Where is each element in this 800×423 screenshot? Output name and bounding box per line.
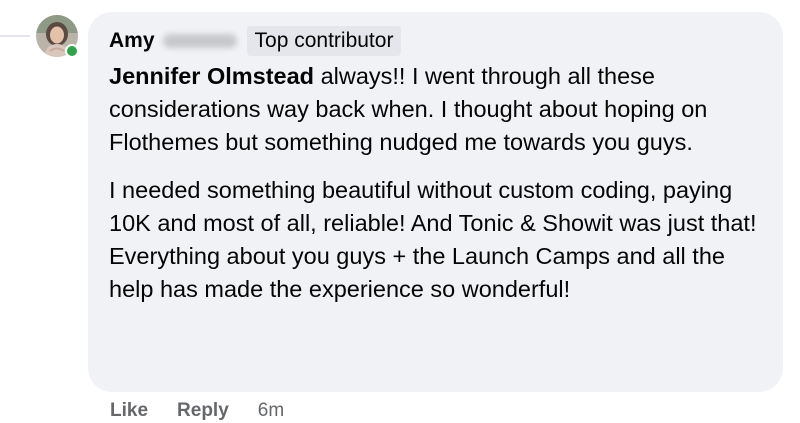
comment-bubble: Amy Top contributor Jennifer Olmstead al… <box>88 12 783 392</box>
online-status-icon <box>65 44 79 58</box>
reply-button[interactable]: Reply <box>177 400 229 422</box>
redacted-last-name <box>162 34 237 48</box>
author-name-link[interactable]: Amy <box>109 29 155 53</box>
timestamp-link[interactable]: 6m <box>258 400 284 422</box>
like-button[interactable]: Like <box>110 400 148 422</box>
comment-paragraph-2: I needed something beautiful without cus… <box>109 174 763 306</box>
comment-text-2: I needed something beautiful without cus… <box>109 177 757 236</box>
avatar[interactable] <box>36 15 79 58</box>
comment-actions: Like Reply 6m <box>110 400 284 422</box>
comment-header: Amy Top contributor <box>109 26 763 56</box>
thread-connector-line <box>0 35 30 37</box>
comment-paragraph-1: Jennifer Olmstead always!! I went throug… <box>109 60 763 159</box>
top-contributor-badge[interactable]: Top contributor <box>246 26 402 56</box>
comment-text-3: Everything about you guys + the Launch C… <box>109 243 725 302</box>
mention-link[interactable]: Jennifer Olmstead <box>109 63 314 89</box>
comment-body: Jennifer Olmstead always!! I went throug… <box>109 60 763 306</box>
